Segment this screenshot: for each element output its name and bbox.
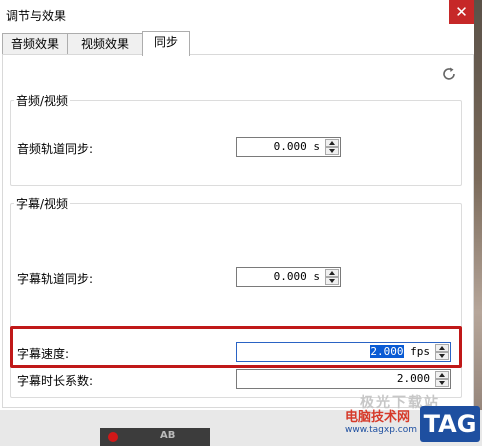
subtitle-duration-factor-spinbox[interactable]: 2.000 xyxy=(236,369,451,389)
refresh-icon[interactable] xyxy=(441,66,457,82)
decrement-arrow-icon[interactable] xyxy=(325,277,339,285)
increment-arrow-icon[interactable] xyxy=(325,139,339,147)
adjustments-dialog: 调节与效果 ✕ 音频效果 视频效果 同步 音频/视频 音频轨道同步: 0.000… xyxy=(0,0,474,410)
subtitle-track-sync-label: 字幕轨道同步: xyxy=(17,272,94,286)
increment-arrow-icon[interactable] xyxy=(325,269,339,277)
audio-track-sync-label: 音频轨道同步: xyxy=(17,142,94,156)
watermark-site-name: 电脑技术网 xyxy=(345,410,411,425)
audio-track-sync-value: 0.000 s xyxy=(273,140,320,153)
subtitle-track-sync-spinbox[interactable]: 0.000 s xyxy=(236,267,341,287)
decrement-arrow-icon[interactable] xyxy=(325,147,339,155)
decrement-arrow-icon[interactable] xyxy=(435,379,449,387)
watermark-url: www.tagxp.com xyxy=(345,425,417,435)
ab-loop-icon: AB xyxy=(160,430,176,441)
window-title: 调节与效果 xyxy=(6,9,67,23)
tab-audio-effects[interactable]: 音频效果 xyxy=(2,33,68,55)
tab-video-effects[interactable]: 视频效果 xyxy=(67,33,143,55)
highlight-annotation xyxy=(10,326,462,368)
watermark-tag-logo: TAG xyxy=(420,406,480,442)
record-icon xyxy=(108,432,118,442)
subtitle-track-sync-value: 0.000 s xyxy=(273,270,320,283)
tab-sync[interactable]: 同步 xyxy=(142,31,190,56)
subtitle-video-group-label: 字幕/视频 xyxy=(14,195,71,212)
close-button[interactable]: ✕ xyxy=(449,0,474,24)
audio-track-sync-spinbox[interactable]: 0.000 s xyxy=(236,137,341,157)
close-icon: ✕ xyxy=(455,3,468,21)
increment-arrow-icon[interactable] xyxy=(435,371,449,379)
subtitle-duration-factor-value: 2.000 xyxy=(396,372,430,385)
background-window-edge xyxy=(474,0,482,446)
subtitle-duration-factor-label: 字幕时长系数: xyxy=(17,374,94,388)
title-bar: 调节与效果 ✕ xyxy=(0,0,474,31)
audio-video-group-label: 音频/视频 xyxy=(14,92,71,109)
